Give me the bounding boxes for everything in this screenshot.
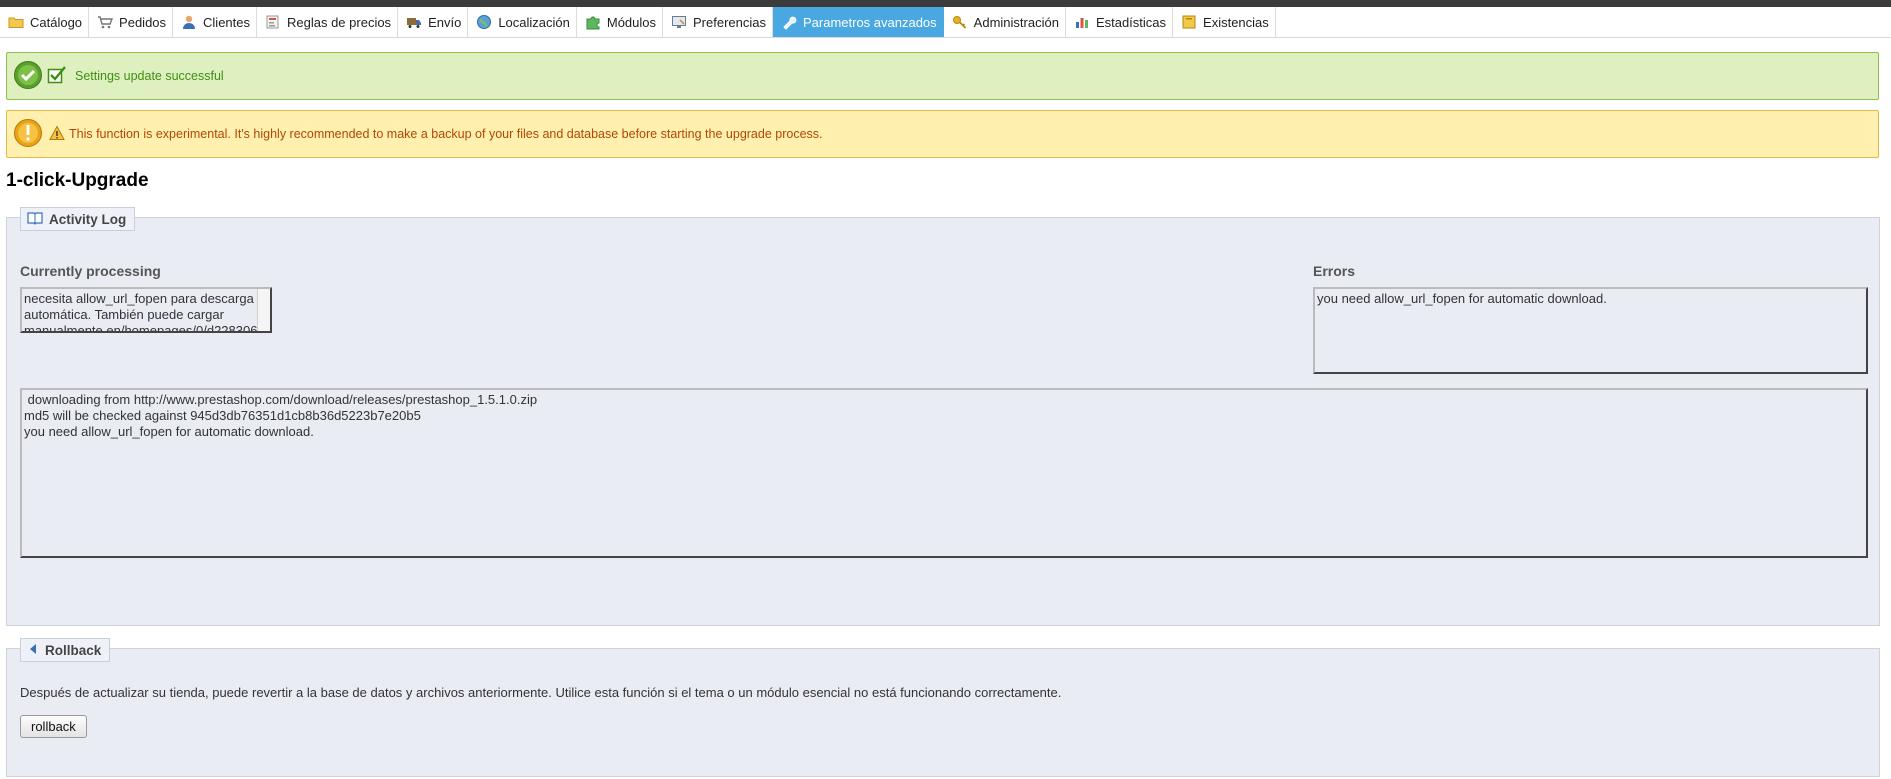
currently-processing-label: Currently processing	[20, 263, 161, 279]
errors-label: Errors	[1313, 263, 1356, 279]
cart-icon	[97, 14, 114, 30]
puzzle-icon	[585, 14, 601, 30]
processing-line: automática. También puede cargar	[24, 307, 224, 322]
activity-log-panel: Activity Log Currently processing necesi…	[6, 207, 1880, 626]
processing-scrollbar[interactable]	[257, 289, 270, 331]
user-icon	[181, 14, 197, 30]
rollback-button[interactable]: rollback	[20, 715, 87, 738]
tab-label: Localización	[498, 14, 570, 30]
folder-icon	[8, 14, 24, 30]
rollback-legend: Rollback	[20, 638, 111, 662]
log-line: you need allow_url_fopen for automatic d…	[24, 424, 314, 439]
rollback-panel: Rollback Después de actualizar su tienda…	[6, 638, 1880, 777]
tab-parametros-avanzados[interactable]: Parametros avanzados	[772, 7, 944, 37]
tab-localizacion[interactable]: Localización	[468, 7, 577, 37]
check-circle-icon	[13, 60, 43, 93]
tab-label: Existencias	[1203, 14, 1269, 30]
price-tag-icon	[265, 14, 281, 30]
activity-log-title: Activity Log	[49, 211, 127, 227]
tab-label: Parametros avanzados	[802, 14, 937, 30]
success-alert: Settings update successful	[6, 52, 1879, 100]
arrow-left-icon	[27, 643, 39, 658]
tab-label: Administración	[973, 14, 1059, 30]
truck-icon	[406, 14, 422, 30]
box-icon	[1181, 14, 1197, 30]
log-line: downloading from http://www.prestashop.c…	[24, 392, 538, 407]
tab-label: Envío	[428, 14, 462, 30]
exclamation-circle-icon	[13, 118, 43, 151]
tab-label: Catálogo	[30, 14, 83, 30]
tab-label: Pedidos	[119, 14, 167, 30]
top-bar	[0, 0, 1891, 7]
globe-icon	[476, 14, 492, 30]
warning-triangle-icon	[49, 124, 65, 144]
tab-preferencias[interactable]: Preferencias	[663, 7, 773, 37]
page-title: 1-click-Upgrade	[6, 170, 149, 191]
tab-label: Preferencias	[693, 14, 766, 30]
tab-label: Estadísticas	[1095, 14, 1167, 30]
activity-log-output[interactable]: downloading from http://www.prestashop.c…	[20, 388, 1868, 558]
screen-icon	[671, 14, 687, 30]
warning-message: This function is experimental. It's high…	[69, 127, 823, 141]
book-icon	[27, 211, 43, 228]
bar-chart-icon	[1074, 14, 1090, 30]
currently-processing-box[interactable]: necesita allow_url_fopen para descarga a…	[20, 287, 272, 333]
tab-existencias[interactable]: Existencias	[1173, 7, 1276, 37]
rollback-description: Después de actualizar su tienda, puede r…	[20, 685, 1062, 700]
processing-line: necesita allow_url_fopen para descarga	[24, 291, 254, 306]
key-icon	[952, 14, 968, 30]
tab-estadisticas[interactable]: Estadísticas	[1066, 7, 1174, 37]
checkbox-check-icon	[47, 65, 67, 88]
main-tab-bar: Catálogo Pedidos Clientes Reglas de prec…	[0, 7, 1891, 38]
wrench-icon	[781, 14, 797, 30]
tab-clientes[interactable]: Clientes	[173, 7, 257, 37]
tab-modulos[interactable]: Módulos	[577, 7, 663, 37]
rollback-title: Rollback	[45, 642, 102, 658]
tab-label: Clientes	[203, 14, 250, 30]
tab-envio[interactable]: Envío	[398, 7, 469, 37]
tab-pedidos[interactable]: Pedidos	[89, 7, 174, 37]
tab-catalogo[interactable]: Catálogo	[0, 7, 90, 37]
tab-label: Reglas de precios	[287, 14, 392, 30]
log-line: md5 will be checked against 945d3db76351…	[24, 408, 421, 423]
warning-alert: This function is experimental. It's high…	[6, 110, 1879, 158]
tab-label: Módulos	[606, 14, 656, 30]
processing-line: manualmente en/homepages/0/d228306025	[24, 323, 272, 333]
error-message: you need allow_url_fopen for automatic d…	[1317, 291, 1607, 306]
success-message: Settings update successful	[75, 69, 224, 83]
errors-box[interactable]: you need allow_url_fopen for automatic d…	[1313, 287, 1868, 374]
tab-administracion[interactable]: Administración	[944, 7, 1066, 37]
activity-log-legend: Activity Log	[20, 207, 136, 231]
tab-reglas-de-precios[interactable]: Reglas de precios	[257, 7, 399, 37]
